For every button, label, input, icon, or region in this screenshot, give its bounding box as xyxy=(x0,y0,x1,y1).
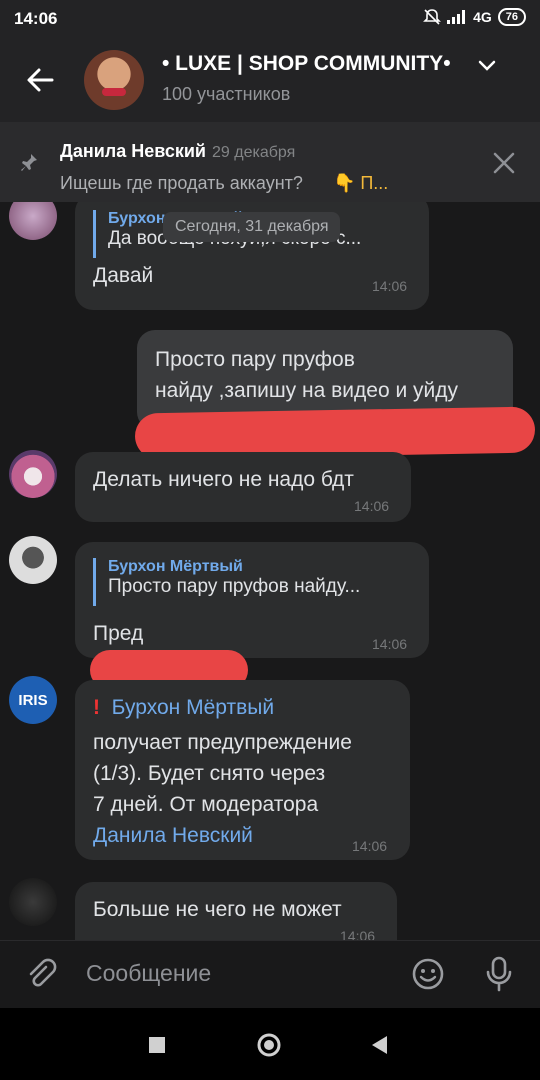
emoji-icon[interactable] xyxy=(411,957,445,991)
message-text: Пред xyxy=(93,622,144,645)
message-input[interactable]: Сообщение xyxy=(86,960,211,987)
avatar[interactable] xyxy=(9,536,57,584)
system-nav-bar xyxy=(0,1008,540,1080)
avatar[interactable] xyxy=(9,202,57,240)
chat-title[interactable]: • LUXE | SHOP COMMUNITY• xyxy=(162,52,451,76)
message-input-bar: Сообщение xyxy=(0,940,540,1009)
status-bar: 14:06 4G 76 xyxy=(0,0,540,38)
mute-bell-icon xyxy=(423,9,441,25)
reply-quote[interactable]: Бурхон Мёртвый Просто пару пруфов найду.… xyxy=(93,558,360,606)
exclamation-icon: ! xyxy=(93,696,100,719)
reply-author: Бурхон Мёртвый xyxy=(108,558,243,575)
message-bubble[interactable]: Бурхон Мёртвый Просто пару пруфов найду.… xyxy=(75,542,429,658)
message-time: 14:06 xyxy=(372,278,408,294)
back-arrow-icon[interactable] xyxy=(22,62,58,98)
bot-avatar[interactable]: IRIS xyxy=(9,676,57,724)
message-list[interactable]: Бурхон Мёртвый Да вообще похуй,я скоро с… xyxy=(0,202,540,940)
message-text-line: Просто пару пруфов xyxy=(155,348,355,371)
network-type: 4G xyxy=(473,9,492,25)
iris-logo: IRIS xyxy=(18,691,48,709)
back-nav-icon[interactable] xyxy=(370,1035,388,1055)
message-text: Давай xyxy=(93,264,154,287)
pinned-message[interactable]: Данила Невский 29 декабря Ищешь где прода… xyxy=(0,122,540,202)
message-time: 14:06 xyxy=(354,498,390,514)
pinned-author: Данила Невский 29 декабря xyxy=(60,141,296,161)
status-time: 14:06 xyxy=(14,9,58,28)
microphone-icon[interactable] xyxy=(482,955,516,993)
avatar[interactable] xyxy=(9,878,57,926)
signal-icon xyxy=(447,10,466,24)
message-time: 14:06 xyxy=(372,636,408,652)
mention-link[interactable]: Бурхон Мёртвый xyxy=(112,696,274,719)
recent-apps-icon[interactable] xyxy=(148,1036,166,1054)
chevron-down-icon[interactable] xyxy=(478,60,496,72)
avatar[interactable] xyxy=(9,450,57,498)
message-time: 14:06 xyxy=(340,928,376,940)
warning-line2: получает предупреждение xyxy=(93,731,352,754)
warning-line3: (1/3). Будет снято через xyxy=(93,762,326,785)
battery-icon: 76 xyxy=(497,8,526,26)
warning-line1: ! Бурхон Мёртвый xyxy=(93,692,274,723)
reply-text: Просто пару пруфов найду... xyxy=(108,576,361,597)
moderator-link[interactable]: Данила Невский xyxy=(93,820,253,851)
pinned-text: Ищешь где продать аккаунт? 👇 П... xyxy=(60,173,389,193)
pinned-date: 29 декабря xyxy=(212,144,296,161)
message-text: Больше не чего не может xyxy=(93,898,342,921)
attach-icon[interactable] xyxy=(24,957,58,991)
chat-avatar[interactable] xyxy=(84,50,144,110)
message-bubble[interactable]: Делать ничего не надо бдт 14:06 xyxy=(75,452,411,522)
chat-header: • LUXE | SHOP COMMUNITY• 100 участников xyxy=(0,38,540,122)
message-text: Делать ничего не надо бдт xyxy=(93,468,354,491)
message-bubble[interactable]: Больше не чего не может 14:06 xyxy=(75,882,397,940)
warning-line4: 7 дней. От модератора xyxy=(93,793,319,816)
date-divider: Сегодня, 31 декабря xyxy=(163,212,341,242)
pin-icon xyxy=(21,154,37,171)
close-icon[interactable] xyxy=(492,151,516,175)
message-bubble[interactable]: ! Бурхон Мёртвый получает предупреждение… xyxy=(75,680,410,860)
message-text-line: найду ,запишу на видео и уйду xyxy=(155,379,459,402)
member-count: 100 участников xyxy=(162,84,291,104)
message-time: 14:06 xyxy=(352,838,388,854)
home-icon[interactable] xyxy=(256,1032,282,1058)
status-icons: 4G 76 xyxy=(423,8,526,26)
